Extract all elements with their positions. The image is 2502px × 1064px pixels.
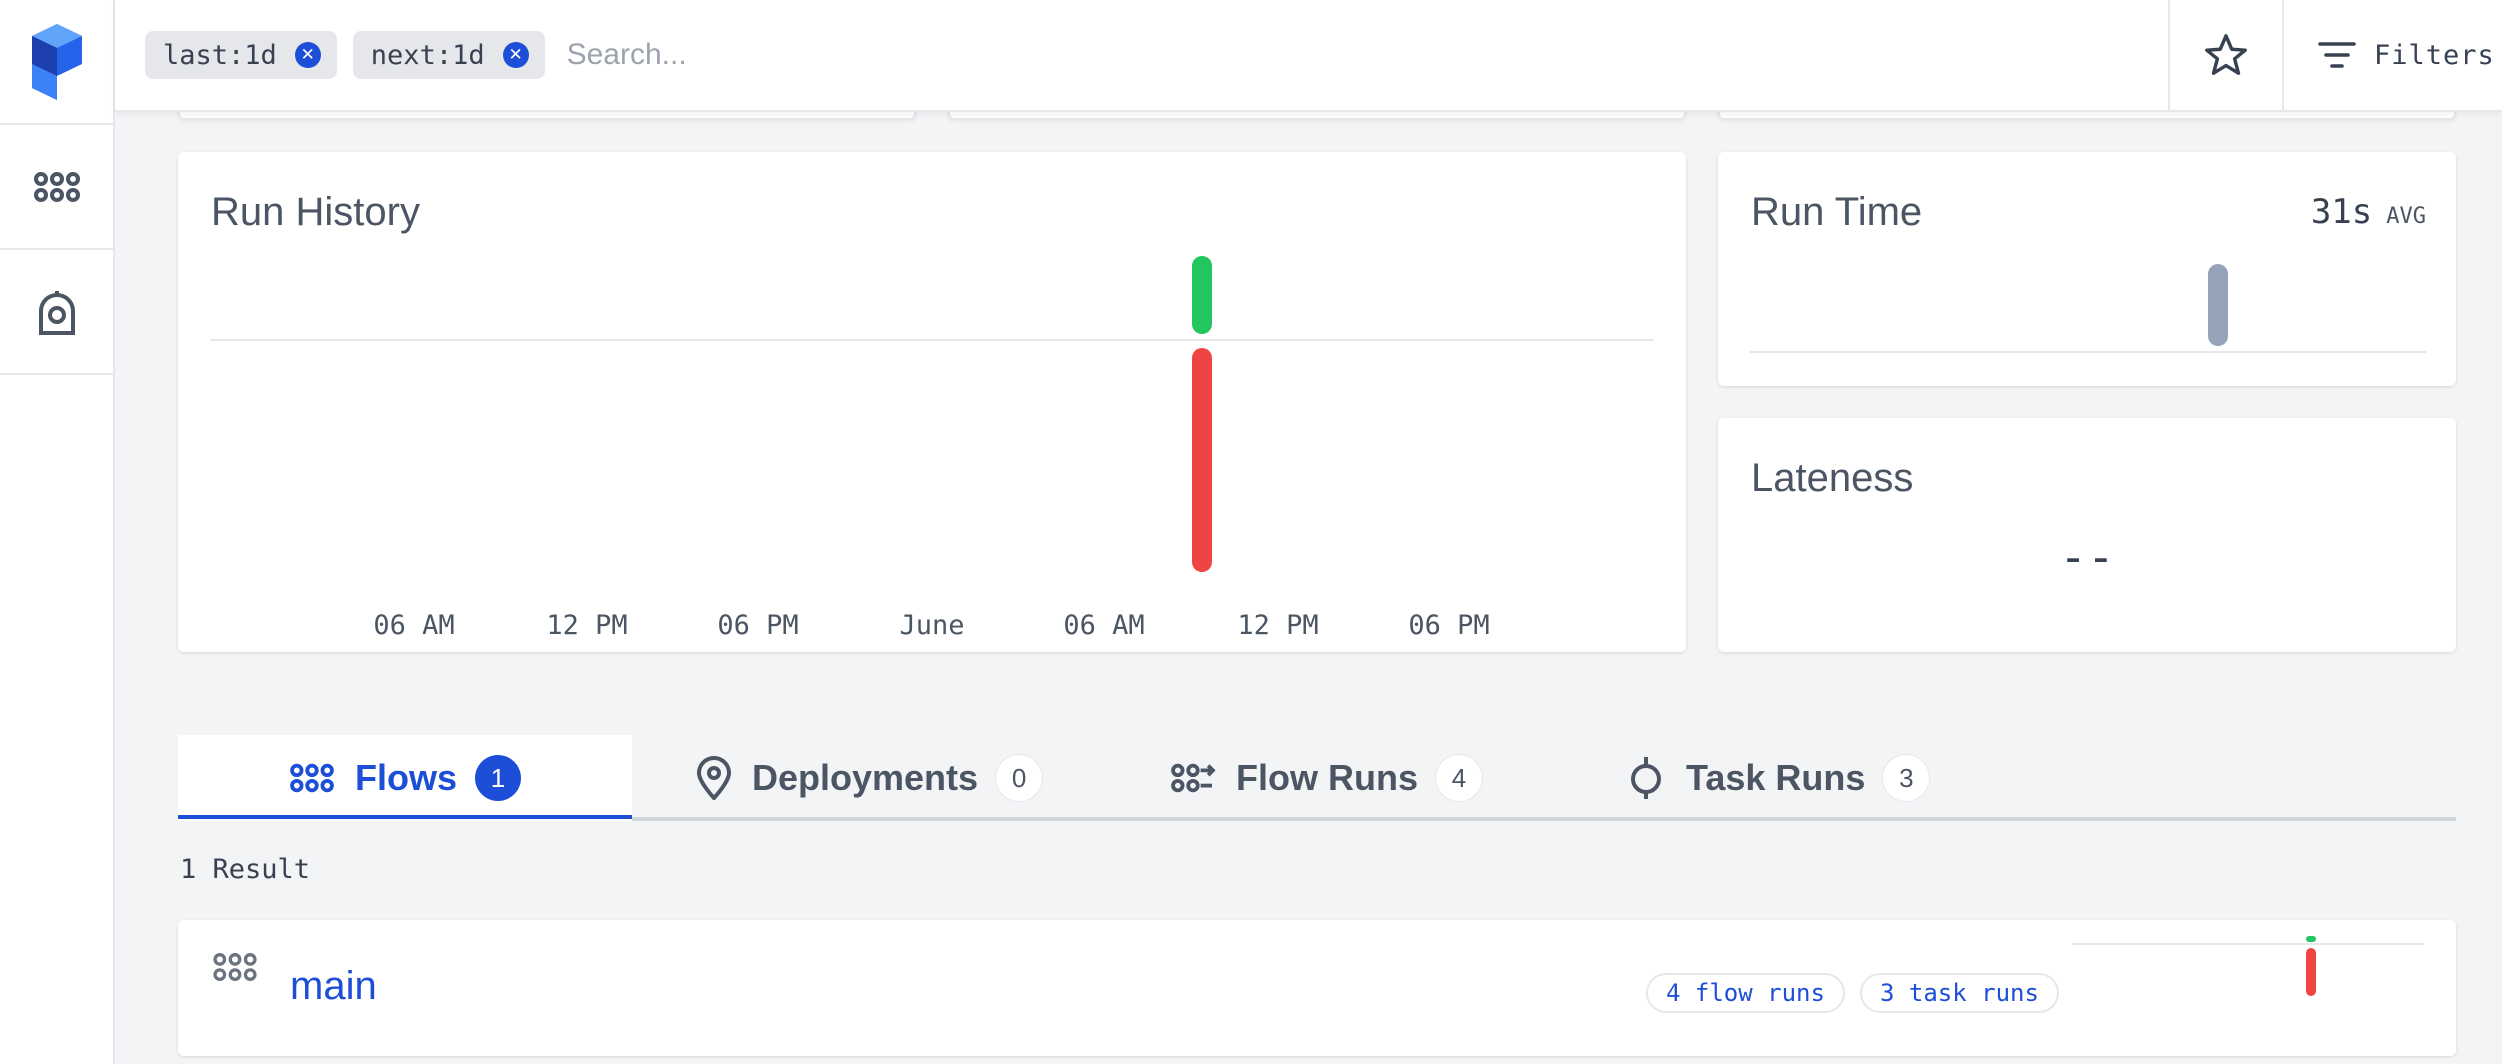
run-history-chart	[210, 256, 1654, 572]
sparkline-completed-bar[interactable]	[2306, 936, 2316, 942]
star-icon	[2205, 34, 2247, 75]
task-runs-badge[interactable]: 3 task runs	[1860, 973, 2059, 1013]
x-tick-label: 06 AM	[373, 610, 455, 641]
tab-flows[interactable]: Flows 1	[178, 735, 632, 821]
flow-list-item[interactable]	[178, 920, 2456, 1056]
run-time-card: Run Time 31s AVG	[1718, 152, 2456, 386]
flow-run-icon	[1171, 763, 1216, 793]
flow-runs-badge[interactable]: 4 flow runs	[1646, 973, 1845, 1013]
tab-flow-runs[interactable]: Flow Runs 4	[1170, 735, 1482, 821]
tab-label: Flows	[354, 757, 457, 798]
filters-label: Filters	[2374, 39, 2495, 71]
results-tabs: Flows 1 Deployments 0 Flow Runs 4 Task R…	[178, 735, 2456, 821]
tab-task-runs[interactable]: Task Runs 3	[1626, 735, 1930, 821]
x-tick-label: 06 PM	[717, 610, 799, 641]
card-title: Lateness	[1751, 456, 1914, 500]
flow-sparkline	[2072, 936, 2424, 996]
tab-count-badge: 4	[1436, 755, 1482, 801]
x-tick-label: 12 PM	[546, 610, 628, 641]
tab-count-badge: 1	[475, 755, 521, 801]
filter-chip[interactable]: next:1d ✕	[352, 31, 545, 79]
filter-bar: last:1d ✕ next:1d ✕ Filters	[115, 0, 2502, 112]
location-pin-icon	[696, 756, 732, 800]
sidebar	[0, 0, 115, 1064]
sidebar-item-flows[interactable]	[0, 125, 113, 250]
x-tick-label: June	[899, 610, 965, 641]
result-count: 1 Result	[180, 854, 311, 885]
prefect-logo-icon	[31, 23, 82, 100]
filter-chip-label: last:1d	[163, 39, 277, 71]
logo-cell[interactable]	[0, 0, 113, 125]
run-history-card: Run History	[178, 152, 1686, 652]
completed-bar[interactable]	[1192, 256, 1212, 334]
sparkline-failed-bar[interactable]	[2306, 948, 2316, 996]
x-tick-label: 06 AM	[1063, 610, 1145, 641]
tab-deployments[interactable]: Deployments 0	[696, 735, 1043, 821]
flow-name-link[interactable]: main	[290, 964, 377, 1009]
tab-count-badge: 3	[1883, 755, 1930, 801]
flows-icon	[290, 763, 334, 793]
task-run-icon	[1631, 757, 1661, 799]
lateness-value: --	[2059, 530, 2115, 584]
remove-chip-icon[interactable]: ✕	[294, 42, 321, 68]
filter-chip[interactable]: last:1d ✕	[145, 31, 337, 79]
filter-chip-label: next:1d	[370, 39, 485, 71]
flows-icon	[33, 171, 80, 202]
run-time-chart	[1750, 264, 2426, 353]
x-tick-label: 06 PM	[1408, 610, 1490, 641]
active-tab-indicator	[178, 815, 632, 819]
search-input[interactable]	[566, 25, 2168, 85]
sidebar-item-agents[interactable]	[0, 250, 113, 375]
agent-icon	[38, 290, 75, 335]
save-search-button[interactable]	[2168, 0, 2282, 111]
filters-button[interactable]: Filters	[2282, 0, 2502, 111]
filter-icon	[2318, 42, 2356, 68]
tab-count-badge: 0	[996, 755, 1043, 801]
x-tick-label: 12 PM	[1237, 610, 1319, 641]
tab-label: Flow Runs	[1236, 757, 1418, 798]
tab-label: Deployments	[752, 757, 979, 798]
tab-label: Task Runs	[1686, 757, 1866, 798]
failed-bar[interactable]	[1192, 348, 1212, 572]
run-time-bar[interactable]	[2208, 264, 2228, 346]
lateness-card: Lateness --	[1718, 418, 2456, 652]
remove-chip-icon[interactable]: ✕	[502, 42, 529, 68]
